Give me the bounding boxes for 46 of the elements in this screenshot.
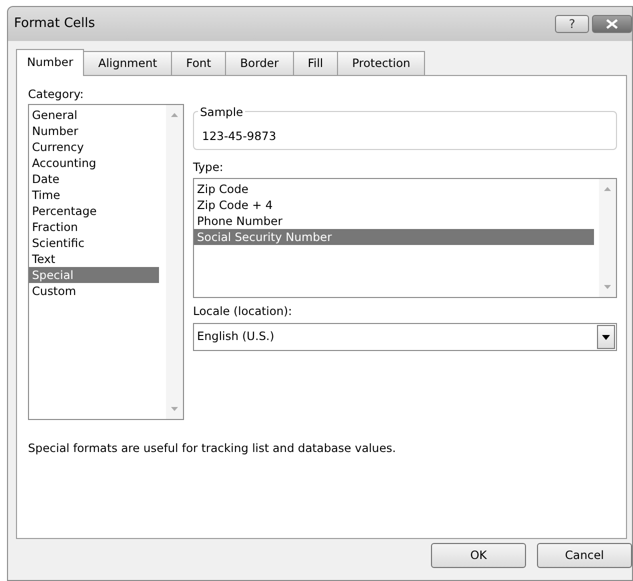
list-item[interactable]: Percentage — [29, 203, 159, 219]
list-item[interactable]: Text — [29, 251, 159, 267]
scroll-down-icon — [171, 407, 178, 411]
ok-button[interactable]: OK — [431, 543, 526, 568]
description-text: Special formats are useful for tracking list and database values. — [28, 440, 397, 457]
sample-value: 123-45-9873 — [202, 129, 276, 143]
locale-value: English (U.S.) — [197, 328, 274, 346]
caret-icon — [602, 334, 610, 340]
list-item[interactable]: Date — [29, 171, 159, 187]
help-button[interactable]: ? — [555, 15, 589, 33]
list-item[interactable]: Number — [29, 123, 159, 139]
tab[interactable]: Number — [16, 49, 84, 76]
scrollbar[interactable] — [166, 105, 183, 419]
locale-label: Locale (location): — [193, 303, 294, 320]
category-list[interactable]: General Number Currency Accounting Date Time Percentage Fraction Scientific Text Special Custom — [28, 104, 184, 420]
cancel-button[interactable]: Cancel — [537, 543, 632, 568]
tab[interactable]: Fill — [292, 51, 338, 75]
locale-dropdown[interactable]: English (U.S.) — [193, 323, 617, 351]
scroll-down-icon — [604, 285, 611, 289]
list-item[interactable]: Time — [29, 187, 159, 203]
tab[interactable]: Protection — [337, 51, 426, 75]
list-item[interactable]: Zip Code + 4 — [194, 197, 594, 213]
dropdown-button[interactable] — [597, 325, 615, 349]
close-button[interactable] — [592, 15, 632, 33]
window-title: Format Cells — [14, 15, 96, 34]
tab[interactable]: Font — [171, 51, 226, 75]
list-item[interactable]: Scientific — [29, 235, 159, 251]
category-label: Category: — [28, 86, 85, 103]
list-item[interactable]: General — [29, 107, 159, 123]
scroll-up-icon — [604, 187, 611, 191]
scroll-up-icon — [171, 113, 178, 117]
sample-label: Sample — [198, 104, 246, 122]
tab[interactable]: Alignment — [83, 51, 172, 75]
list-item[interactable]: Special — [29, 267, 159, 283]
list-item[interactable]: Zip Code — [194, 181, 594, 197]
list-item[interactable]: Phone Number — [194, 213, 594, 229]
close-icon — [605, 19, 619, 29]
tab[interactable]: Border — [225, 51, 294, 75]
list-item[interactable]: Accounting — [29, 155, 159, 171]
list-item[interactable]: Social Security Number — [194, 229, 594, 245]
type-list[interactable]: Zip Code Zip Code + 4 Phone Number Social Security Number — [193, 178, 617, 298]
list-item[interactable]: Custom — [29, 283, 159, 299]
list-item[interactable]: Currency — [29, 139, 159, 155]
scrollbar[interactable] — [599, 179, 616, 297]
list-item[interactable]: Fraction — [29, 219, 159, 235]
type-label: Type: — [193, 159, 224, 176]
